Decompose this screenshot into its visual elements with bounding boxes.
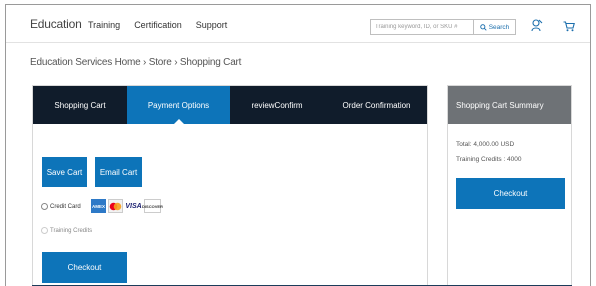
checkout-panel: Shopping Cart Payment Options reviewConf… [32,85,428,286]
user-icon[interactable] [531,19,543,32]
cart-icon[interactable] [563,21,575,32]
search-box: Search [370,19,516,35]
search-icon [479,23,487,31]
training-credits-label: Training Credits [50,227,93,234]
main-nav: Training Certification Support [88,20,227,30]
search-button-label: Search [488,23,510,31]
step-review-confirm[interactable]: reviewConfirm [230,86,324,124]
search-button[interactable]: Search [473,20,515,34]
search-input[interactable] [371,20,473,34]
step-shopping-cart[interactable]: Shopping Cart [33,86,127,124]
summary-title: Shopping Cart Summary [448,86,571,124]
checkout-button[interactable]: Checkout [42,252,127,283]
credit-card-label: Credit Card [50,203,81,210]
summary-training-credits: Training Credits : 4000 [456,156,522,163]
mastercard-icon [108,199,123,213]
training-credits-radio[interactable] [41,227,48,234]
credit-card-radio[interactable] [41,203,48,210]
site-header: Education Training Certification Support… [6,5,590,43]
nav-item-training[interactable]: Training [88,20,120,30]
amex-icon: AMEX [91,199,106,213]
summary-total: Total: 4,000.00 USD [456,141,515,148]
email-cart-button[interactable]: Email Cart [95,157,142,187]
save-cart-button[interactable]: Save Cart [42,157,87,187]
visa-icon: VISA [125,199,142,213]
brand-logo[interactable]: Education [30,17,82,31]
checkout-steps: Shopping Cart Payment Options reviewConf… [33,86,427,124]
step-order-confirmation[interactable]: Order Confirmation [324,86,429,124]
step-payment-options[interactable]: Payment Options [127,86,230,124]
nav-item-support[interactable]: Support [196,20,228,30]
discover-icon: DISCOVER [142,199,163,213]
cart-summary-panel: Shopping Cart Summary Total: 4,000.00 US… [447,85,572,286]
page-frame: Education Training Certification Support… [5,4,591,286]
summary-checkout-button[interactable]: Checkout [456,178,565,209]
breadcrumb[interactable]: Education Services Home › Store › Shoppi… [30,57,241,68]
mastercard-circles-icon [109,202,122,210]
credit-card-option: Credit Card [41,203,81,210]
training-credits-option: Training Credits [41,227,92,234]
nav-item-certification[interactable]: Certification [134,20,182,30]
card-logos: AMEX VISA DISCOVER [91,199,163,213]
